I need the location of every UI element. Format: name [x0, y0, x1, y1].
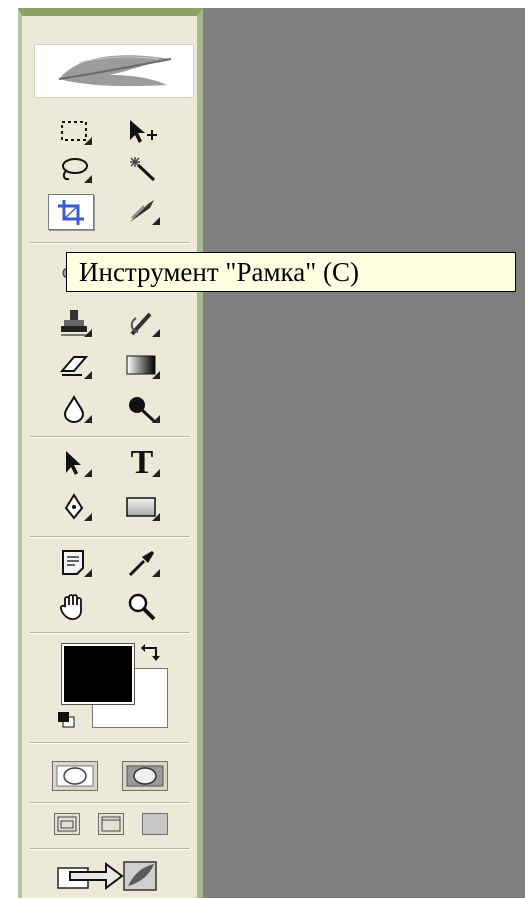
quick-mask-icon: [126, 765, 164, 787]
magic-wand-tool[interactable]: [122, 152, 162, 186]
canvas-workspace: [203, 8, 525, 898]
toolbox-panel: T: [18, 8, 203, 898]
flyout-indicator: [152, 415, 160, 423]
feather-logo[interactable]: [34, 44, 194, 98]
zoom-tool[interactable]: [122, 590, 162, 624]
jump-arrow-icon: [57, 861, 157, 891]
toolbox-separator: [30, 436, 190, 438]
path-selection-tool[interactable]: [54, 446, 94, 480]
foreground-color-swatch[interactable]: [61, 643, 135, 705]
flyout-indicator: [152, 469, 160, 477]
dodge-tool[interactable]: [122, 392, 162, 426]
slice-tool[interactable]: [122, 194, 162, 228]
flyout-indicator: [84, 569, 92, 577]
hand-icon: [59, 594, 82, 621]
flyout-indicator: [152, 217, 160, 225]
flyout-indicator: [84, 513, 92, 521]
toolbox-separator: [30, 802, 190, 804]
standard-screen-mode-button[interactable]: [54, 813, 80, 835]
magnifier-icon: [128, 593, 156, 621]
move-arrow-icon: [130, 120, 157, 143]
flyout-indicator: [84, 371, 92, 379]
history-brush-tool[interactable]: [122, 306, 162, 340]
quick-mask-mode-button[interactable]: [122, 761, 168, 791]
jump-to-imageready-button[interactable]: [56, 856, 176, 894]
type-icon: T: [130, 444, 154, 481]
flyout-indicator: [152, 371, 160, 379]
flyout-indicator: [84, 469, 92, 477]
magic-wand-icon: [130, 157, 156, 182]
crop-tool[interactable]: [48, 194, 94, 230]
swap-colors-icon[interactable]: [140, 642, 164, 666]
eraser-tool[interactable]: [54, 348, 94, 382]
lasso-tool[interactable]: [54, 152, 94, 186]
full-screen-menu-mode-button[interactable]: [98, 813, 124, 835]
default-colors-icon[interactable]: [56, 710, 78, 730]
standard-mode-button[interactable]: [52, 761, 98, 791]
crop-icon: [58, 200, 84, 225]
toolbox-separator: [30, 242, 190, 244]
feather-icon: [58, 55, 172, 87]
flyout-indicator: [84, 329, 92, 337]
toolbox-separator: [30, 848, 190, 850]
flyout-indicator: [152, 513, 160, 521]
eyedropper-tool[interactable]: [122, 546, 162, 580]
toolbox-separator: [30, 536, 190, 538]
rectangle-shape-tool[interactable]: [122, 490, 162, 524]
gradient-tool[interactable]: [122, 348, 162, 382]
screen-menu-icon: [101, 816, 121, 832]
toolbox-separator: [30, 632, 190, 634]
flyout-indicator: [152, 569, 160, 577]
clone-stamp-tool[interactable]: [54, 306, 94, 340]
flyout-indicator: [84, 415, 92, 423]
pen-tool[interactable]: [54, 490, 94, 524]
blur-tool[interactable]: [54, 392, 94, 426]
notes-tool[interactable]: [54, 546, 94, 580]
flyout-indicator: [84, 175, 92, 183]
screen-window-icon: [57, 816, 77, 832]
marquee-tool[interactable]: [54, 114, 94, 148]
full-screen-mode-button[interactable]: [142, 813, 168, 835]
flyout-indicator: [152, 329, 160, 337]
crop-tool-tooltip: Инструмент "Рамка" (C): [66, 252, 516, 292]
hand-tool[interactable]: [54, 590, 94, 624]
move-tool[interactable]: [122, 114, 162, 148]
flyout-indicator: [84, 137, 92, 145]
type-tool[interactable]: T: [122, 446, 162, 480]
toolbox-separator: [30, 742, 190, 744]
standard-mode-icon: [56, 765, 94, 787]
